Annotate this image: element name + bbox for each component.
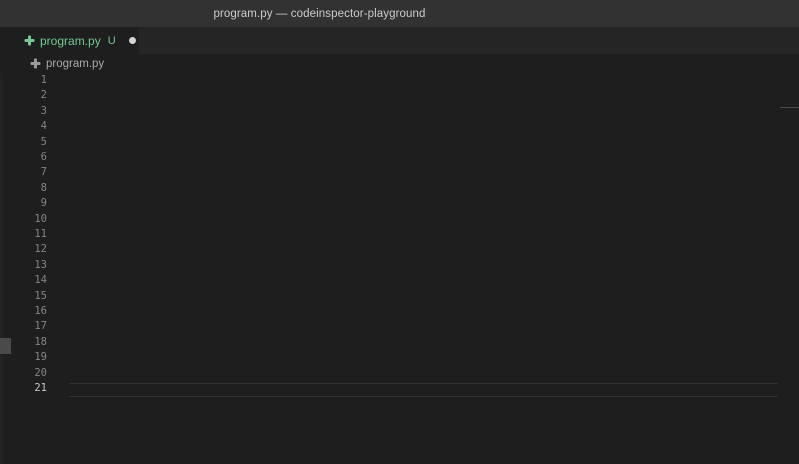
- git-status-badge: U: [107, 34, 116, 47]
- line-number-active: 21: [34, 382, 47, 394]
- line-number: 3: [40, 104, 47, 117]
- line-number: 10: [34, 212, 47, 225]
- minimap-slider[interactable]: [780, 107, 799, 108]
- breadcrumb-file[interactable]: program.py: [46, 58, 104, 70]
- line-number: 7: [40, 166, 47, 179]
- line-number: 11: [34, 228, 47, 240]
- line-number: 1: [40, 74, 47, 86]
- line-number: 13: [34, 258, 47, 271]
- editor-window: program.py — codeinspector-playground pr…: [0, 0, 799, 464]
- line-number: 4: [40, 120, 47, 133]
- line-number: 2: [40, 89, 47, 102]
- tab-bar: program.py U: [0, 27, 799, 54]
- line-number: 19: [34, 351, 47, 364]
- line-number: 20: [34, 366, 47, 379]
- line-number: 12: [34, 243, 47, 256]
- unsaved-changes-dot-icon[interactable]: [128, 37, 136, 44]
- breadcrumb: program.py: [0, 54, 799, 73]
- window-title: program.py — codeinspector-playground: [213, 7, 426, 20]
- line-number: 6: [40, 151, 47, 163]
- line-number: 14: [34, 274, 47, 287]
- current-line-highlight[interactable]: [69, 383, 778, 397]
- line-number: 16: [34, 305, 47, 317]
- tab-program-py[interactable]: program.py U: [0, 27, 139, 54]
- line-number: 5: [40, 135, 47, 148]
- python-file-icon: [24, 35, 35, 46]
- line-number: 9: [40, 197, 47, 210]
- title-bar: program.py — codeinspector-playground: [0, 0, 799, 27]
- line-number: 17: [34, 320, 47, 333]
- python-file-icon: [30, 58, 41, 69]
- line-number: 8: [40, 181, 47, 194]
- line-number-gutter: 1 2 3 4 5 6 7 8 9 10 11 12 13 14 15 16 1…: [0, 73, 60, 464]
- tab-label: program.py: [40, 33, 101, 48]
- line-number: 18: [34, 335, 47, 348]
- line-number: 15: [34, 289, 47, 302]
